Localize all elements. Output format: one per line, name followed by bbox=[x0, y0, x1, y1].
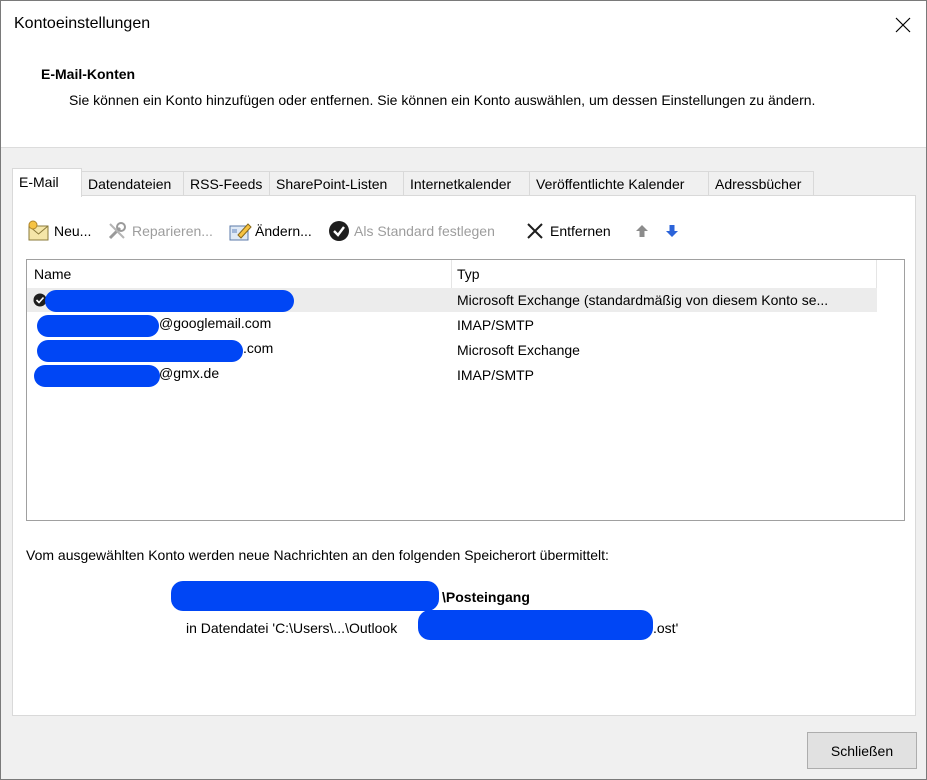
account-name-suffix: .com bbox=[243, 340, 274, 356]
new-account-button[interactable]: Neu... bbox=[27, 218, 91, 244]
close-dialog-button[interactable]: Schließen bbox=[807, 732, 917, 769]
tab-address-books[interactable]: Adressbücher bbox=[708, 171, 814, 195]
repair-button[interactable]: Reparieren... bbox=[105, 218, 213, 244]
account-name-suffix: @googlemail.com bbox=[159, 315, 272, 331]
column-divider bbox=[451, 260, 452, 288]
change-button[interactable]: Ändern... bbox=[228, 218, 312, 244]
tab-published-calendars[interactable]: Veröffentlichte Kalender bbox=[529, 171, 709, 195]
redacted-account-name bbox=[34, 365, 160, 387]
edit-account-icon bbox=[228, 219, 252, 243]
move-up-button[interactable] bbox=[630, 218, 657, 244]
set-default-button[interactable]: Als Standard festlegen bbox=[327, 218, 495, 244]
redacted-data-file-name bbox=[418, 610, 653, 640]
tab-rss-feeds[interactable]: RSS-Feeds bbox=[183, 171, 270, 195]
remove-label: Entfernen bbox=[550, 223, 611, 239]
title-bar: Kontoeinstellungen bbox=[1, 1, 926, 49]
account-row[interactable]: .com Microsoft Exchange bbox=[27, 338, 877, 362]
redacted-mailbox-name bbox=[171, 581, 439, 611]
tab-internet-calendars[interactable]: Internetkalender bbox=[403, 171, 530, 195]
window-close-button[interactable] bbox=[880, 1, 926, 49]
move-down-button[interactable] bbox=[660, 218, 687, 244]
column-header-type[interactable]: Typ bbox=[457, 266, 480, 282]
tab-sharepoint-lists[interactable]: SharePoint-Listen bbox=[269, 171, 404, 195]
repair-label: Reparieren... bbox=[132, 223, 213, 239]
email-tab-panel: Neu... Reparieren... Ändern... Als Stand… bbox=[12, 195, 916, 716]
header-title: E-Mail-Konten bbox=[41, 66, 136, 82]
delivery-folder: \Posteingang bbox=[442, 589, 530, 605]
remove-button[interactable]: Entfernen bbox=[523, 218, 611, 244]
arrow-up-icon bbox=[630, 219, 654, 243]
tools-icon bbox=[105, 219, 129, 243]
new-label: Neu... bbox=[54, 223, 92, 239]
delivery-location-text: Vom ausgewählten Konto werden neue Nachr… bbox=[26, 547, 609, 563]
column-divider bbox=[876, 260, 877, 288]
column-header-name[interactable]: Name bbox=[34, 266, 71, 282]
window-title: Kontoeinstellungen bbox=[14, 15, 151, 32]
account-type: IMAP/SMTP bbox=[457, 367, 535, 383]
close-icon bbox=[895, 17, 911, 33]
set-default-label: Als Standard festlegen bbox=[354, 223, 495, 239]
redacted-account-name bbox=[37, 340, 243, 362]
account-name-suffix: @gmx.de bbox=[159, 365, 220, 381]
account-list: Name Typ Microsoft Exchange (standardmäß… bbox=[26, 259, 905, 521]
redacted-account-name bbox=[45, 290, 294, 312]
redacted-account-name bbox=[37, 315, 159, 337]
account-row[interactable]: Microsoft Exchange (standardmäßig von di… bbox=[27, 288, 877, 312]
account-row[interactable]: @googlemail.com IMAP/SMTP bbox=[27, 313, 877, 337]
data-file-extension: .ost' bbox=[653, 620, 679, 636]
account-row[interactable]: @gmx.de IMAP/SMTP bbox=[27, 363, 877, 387]
list-header: Name Typ bbox=[27, 260, 877, 289]
account-type: Microsoft Exchange bbox=[457, 342, 580, 358]
account-type: IMAP/SMTP bbox=[457, 317, 535, 333]
arrow-down-icon bbox=[660, 219, 684, 243]
account-type: Microsoft Exchange (standardmäßig von di… bbox=[457, 292, 829, 308]
account-settings-dialog: Kontoeinstellungen E-Mail-Konten Sie kön… bbox=[0, 0, 927, 780]
header-description: Sie können ein Konto hinzufügen oder ent… bbox=[69, 92, 816, 108]
change-label: Ändern... bbox=[255, 223, 312, 239]
tab-data-files[interactable]: Datendateien bbox=[81, 171, 184, 195]
data-file-path: in Datendatei 'C:\Users\...\Outlook bbox=[186, 620, 398, 636]
dialog-header: E-Mail-Konten Sie können ein Konto hinzu… bbox=[1, 49, 926, 148]
tab-email[interactable]: E-Mail bbox=[12, 168, 82, 197]
new-mail-icon bbox=[27, 219, 51, 243]
checkmark-circle-icon bbox=[327, 219, 351, 243]
remove-x-icon bbox=[523, 219, 547, 243]
